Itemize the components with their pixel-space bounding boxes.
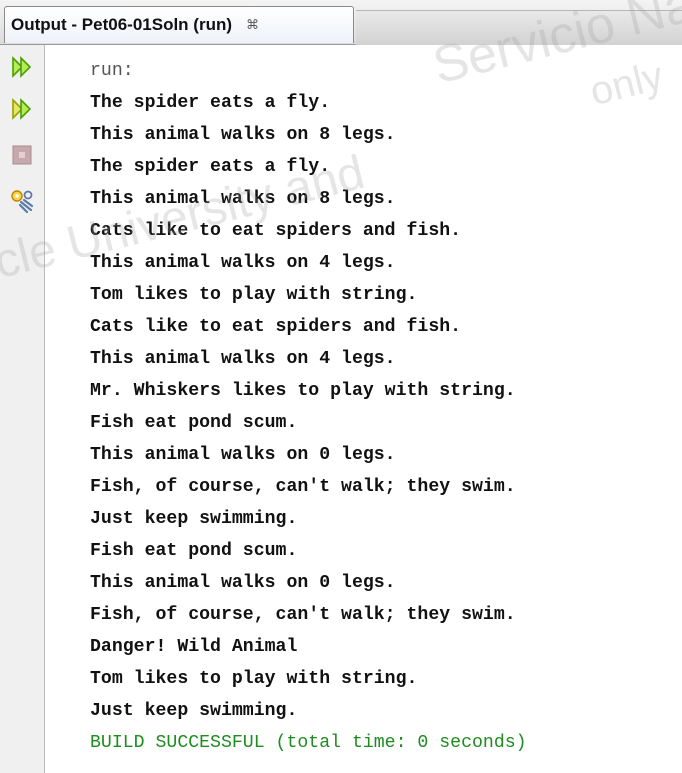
output-line: This animal walks on 0 legs. <box>90 573 396 593</box>
output-line: This animal walks on 8 legs. <box>90 125 396 145</box>
output-line: Cats like to eat spiders and fish. <box>90 317 462 337</box>
tab-bar: Output - Pet06-01Soln (run) ⌘ <box>0 0 682 45</box>
output-window: Output - Pet06-01Soln (run) ⌘ run: The s… <box>0 0 682 773</box>
settings-button[interactable] <box>8 187 36 215</box>
output-line: Fish, of course, can't walk; they swim. <box>90 605 516 625</box>
output-line: Cats like to eat spiders and fish. <box>90 221 462 241</box>
output-line: Mr. Whiskers likes to play with string. <box>90 381 516 401</box>
rerun-with-options-button[interactable] <box>8 95 36 123</box>
tab-output-run[interactable]: Output - Pet06-01Soln (run) ⌘ <box>4 6 354 43</box>
output-line: Just keep swimming. <box>90 509 298 529</box>
output-line: This animal walks on 4 legs. <box>90 349 396 369</box>
stop-icon <box>12 145 32 165</box>
output-line: Fish eat pond scum. <box>90 413 298 433</box>
output-line: The spider eats a fly. <box>90 157 331 177</box>
tab-bar-filler <box>356 10 682 45</box>
output-toolbar <box>0 45 45 773</box>
output-line: Tom likes to play with string. <box>90 285 418 305</box>
output-line: Just keep swimming. <box>90 701 298 721</box>
output-line: Tom likes to play with string. <box>90 669 418 689</box>
output-line: The spider eats a fly. <box>90 93 331 113</box>
output-line: Fish eat pond scum. <box>90 541 298 561</box>
output-line: This animal walks on 0 legs. <box>90 445 396 465</box>
stop-button[interactable] <box>8 141 36 169</box>
close-icon[interactable]: ⌘ <box>246 18 259 33</box>
output-console[interactable]: run: The spider eats a fly. This animal … <box>45 45 682 773</box>
settings-icon <box>11 190 34 214</box>
rerun-button[interactable] <box>8 53 36 81</box>
output-line: This animal walks on 8 legs. <box>90 189 396 209</box>
rerun-icon <box>12 56 32 78</box>
run-label: run: <box>90 61 134 81</box>
output-line: Danger! Wild Animal <box>90 637 298 657</box>
output-line: Fish, of course, can't walk; they swim. <box>90 477 516 497</box>
rerun-with-options-icon <box>12 98 32 120</box>
output-line: This animal walks on 4 legs. <box>90 253 396 273</box>
build-status: BUILD SUCCESSFUL (total time: 0 seconds) <box>90 733 527 753</box>
tab-title: Output - Pet06-01Soln (run) <box>11 15 232 34</box>
